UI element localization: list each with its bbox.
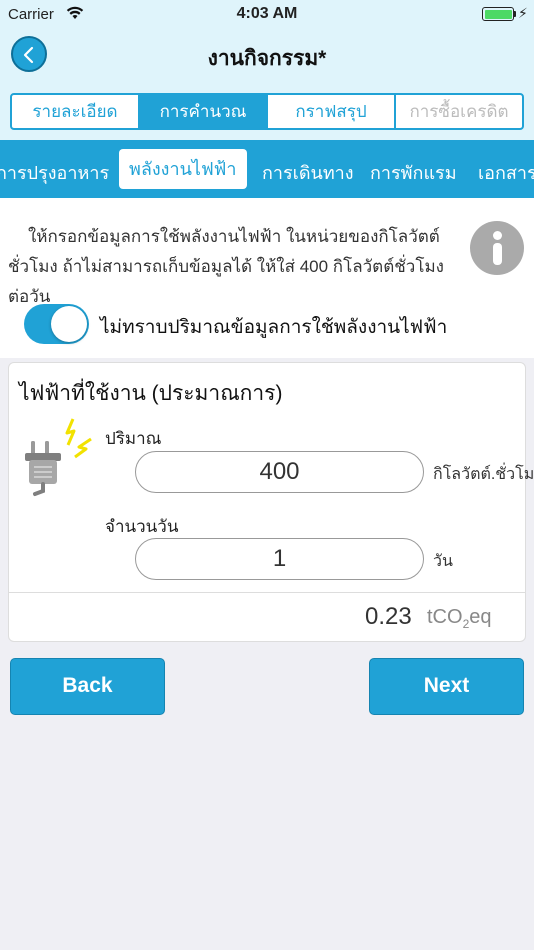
electricity-card: ไฟฟ้าที่ใช้งาน (ประมาณการ) ปริมาณ 400 กิ… (8, 362, 534, 642)
status-bar: Carrier 4:03 AM ⚡ (0, 0, 534, 28)
days-label: จำนวนวัน (105, 517, 179, 536)
quantity-unit: กิโลวัตต์.ชั่วโมง (433, 466, 534, 483)
battery-icon (482, 7, 514, 21)
category-bar: การปรุงอาหาร พลังงานไฟฟ้า การเดินทาง การ… (0, 140, 534, 198)
info-icon[interactable] (470, 221, 524, 275)
toggle-knob (51, 306, 87, 342)
emission-unit: tCO2eq (427, 606, 492, 631)
unknown-usage-toggle[interactable] (24, 304, 89, 344)
tab-summary-graph[interactable]: กราฟสรุป (268, 95, 396, 128)
info-text: ให้กรอกข้อมูลการใช้พลังงานไฟฟ้า ในหน่วยข… (8, 227, 444, 306)
card-divider (9, 592, 525, 593)
navigation-bar: งานกิจกรรม* (0, 28, 534, 82)
emission-result: 0.23 (365, 603, 412, 630)
quantity-input[interactable]: 400 (135, 451, 424, 493)
battery-tip (514, 11, 516, 17)
category-accommodation[interactable]: การพักแรม (370, 158, 457, 187)
emission-unit-prefix: tCO (427, 606, 463, 628)
tab-details[interactable]: รายละเอียด (12, 95, 140, 128)
tab-calculation[interactable]: การคำนวณ (140, 95, 268, 128)
toggle-label: ไม่ทราบปริมาณข้อมูลการใช้พลังงานไฟฟ้า (100, 317, 448, 338)
page-title: งานกิจกรรม* (207, 47, 327, 70)
charging-icon: ⚡ (518, 5, 528, 21)
clock: 4:03 AM (236, 5, 298, 22)
card-title: ไฟฟ้าที่ใช้งาน (ประมาณการ) (19, 382, 283, 405)
segment-bar: รายละเอียด การคำนวณ กราฟสรุป การซื้อเครด… (0, 82, 534, 140)
quantity-label: ปริมาณ (105, 429, 162, 448)
days-input[interactable]: 1 (135, 538, 424, 580)
electric-plug-icon (21, 415, 101, 502)
category-travel[interactable]: การเดินทาง (262, 158, 354, 187)
back-button[interactable]: Back (10, 658, 165, 715)
segmented-control: รายละเอียด การคำนวณ กราฟสรุป การซื้อเครด… (10, 93, 524, 130)
emission-unit-suffix: eq (469, 606, 492, 628)
tab-buy-credit: การซื้อเครดิต (409, 102, 509, 121)
days-unit: วัน (433, 553, 453, 570)
category-electricity[interactable]: พลังงานไฟฟ้า (119, 149, 247, 189)
info-section: ให้กรอกข้อมูลการใช้พลังงานไฟฟ้า ในหน่วยข… (0, 198, 534, 358)
next-button[interactable]: Next (369, 658, 524, 715)
category-cooking[interactable]: การปรุงอาหาร (0, 158, 109, 187)
category-documents[interactable]: เอกสาร (478, 158, 534, 187)
